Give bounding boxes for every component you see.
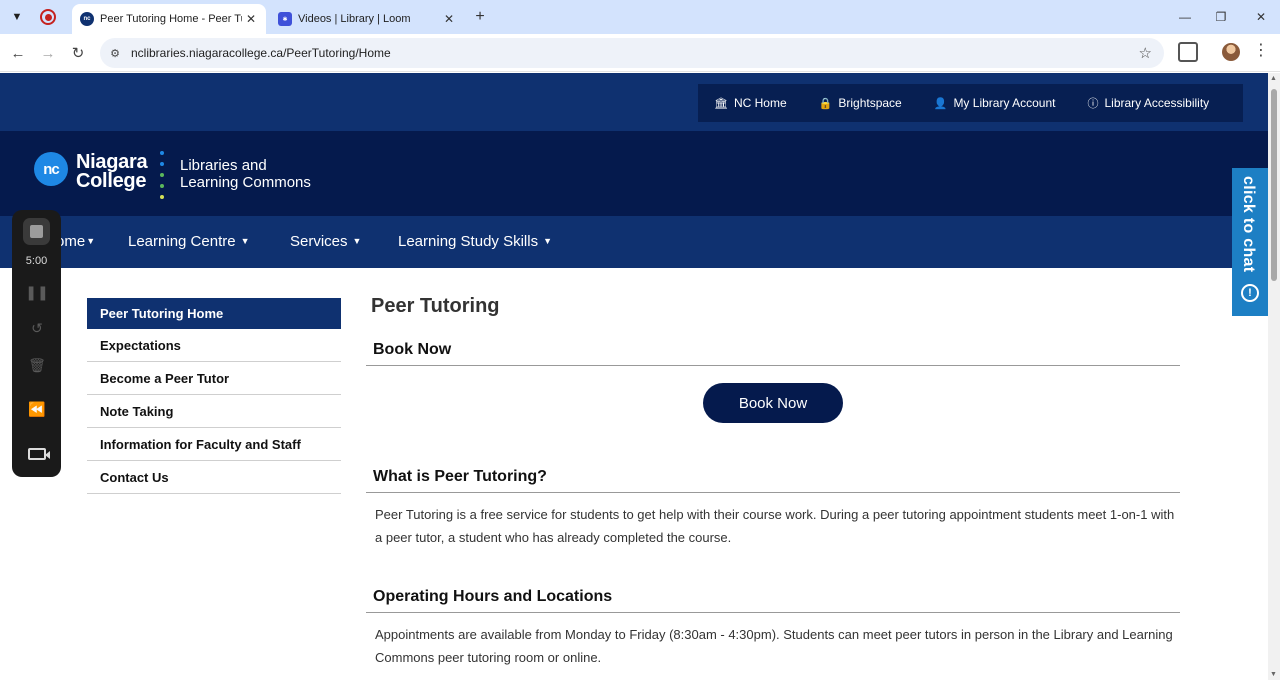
page-viewport: 🏛 NC Home 🔒 Brightspace 👤 My Library Acc… [0,73,1268,680]
user-icon: 👤 [933,97,948,110]
forward-icon[interactable]: → [37,42,59,64]
site-info-icon[interactable]: ⚙ [108,46,122,60]
bookmark-star-icon[interactable]: ☆ [1139,44,1152,62]
hours-heading: Operating Hours and Locations [366,588,1180,613]
book-now-button[interactable]: Book Now [703,383,843,423]
main-nav: ome▼ Learning Centre ▼ Services ▼ Learning… [0,216,1268,268]
what-is-heading: What is Peer Tutoring? [366,468,1180,493]
logo-line2: College [76,170,147,192]
nc-icon: nc [80,12,94,26]
menu-kebab-icon[interactable]: ⋮ [1253,40,1269,60]
nav-label: Learning Centre [128,233,236,250]
logo-wordmark[interactable]: Niagara College [76,152,148,192]
logo-dot [160,173,164,177]
subtitle-line1: Libraries and [180,157,267,174]
library-account-link[interactable]: 👤 My Library Account [918,96,1072,110]
restart-icon[interactable]: ↺ [26,318,48,338]
restore-icon[interactable]: ❐ [1208,6,1234,28]
tab-title: Peer Tutoring Home - Peer Tutoring [100,13,242,25]
building-icon: 🏛 [714,97,728,110]
stop-recording-button[interactable] [23,218,50,245]
sidebar-item-expectations[interactable]: Expectations [87,329,341,362]
page-scrollbar[interactable]: ▲ ▼ [1268,73,1280,680]
reload-icon[interactable]: ↻ [67,42,89,64]
scroll-down-icon[interactable]: ▼ [1270,671,1277,678]
caret-down-icon: ▼ [240,236,250,246]
tab-search-button[interactable]: ▼ [6,7,28,27]
pause-icon[interactable]: ❚❚ [25,282,48,302]
caret-down-icon: ▼ [543,236,552,246]
what-is-text: Peer Tutoring is a free service for stud… [375,507,1175,545]
chat-label: click to chat [1240,176,1257,273]
chat-bubble-icon: ! [1241,284,1259,302]
logo-dot [160,184,164,188]
lock-icon: 🔒 [818,97,833,110]
sidebar-nav: Peer Tutoring Home Expectations Become a… [87,298,341,494]
sidebar-item-faculty-staff[interactable]: Information for Faculty and Staff [87,428,341,461]
info-icon: ⓘ [1087,98,1099,110]
scroll-up-icon[interactable]: ▲ [1270,75,1277,82]
recording-indicator-icon [40,9,56,25]
brand-bar: nc Niagara College Libraries and Learnin… [0,131,1268,216]
nav-item-learning-study-skills[interactable]: Learning Study Skills ▼ [398,233,552,250]
caret-down-icon: ▼ [352,236,362,246]
link-label: Brightspace [838,96,902,110]
logo-dot [160,151,164,155]
nc-home-link[interactable]: 🏛 NC Home [698,96,803,110]
sidebar-item-note-taking[interactable]: Note Taking [87,395,341,428]
scroll-thumb[interactable] [1271,89,1277,281]
logo-dot [160,195,164,199]
library-accessibility-link[interactable]: ⓘ Library Accessibility [1071,95,1225,111]
sidebar-item-become-a-peer-tutor[interactable]: Become a Peer Tutor [87,362,341,395]
caret-down-icon: ▼ [86,236,96,246]
nav-item-learning-centre[interactable]: Learning Centre ▼ [128,233,250,250]
window-close-icon[interactable]: ✕ [1248,6,1274,28]
recording-timer: 5:00 [25,255,48,267]
minimize-icon[interactable]: — [1172,6,1198,28]
browser-tab-strip: ▼ nc Peer Tutoring Home - Peer Tutoring … [0,0,1280,34]
close-icon[interactable]: ✕ [242,10,260,28]
site-subtitle: Libraries and Learning Commons [180,157,311,191]
address-bar[interactable]: ⚙ nclibraries.niagaracollege.ca/PeerTuto… [100,38,1164,68]
nav-label: Services [290,233,348,250]
link-label: My Library Account [953,96,1056,110]
extensions-icon[interactable] [1178,42,1198,62]
utility-bar: 🏛 NC Home 🔒 Brightspace 👤 My Library Acc… [0,73,1268,131]
sidebar-item-contact-us[interactable]: Contact Us [87,461,341,494]
book-now-wrap: Book Now [366,383,1180,423]
nav-item-home[interactable]: ome▼ [56,233,95,250]
tab-peer-tutoring[interactable]: nc Peer Tutoring Home - Peer Tutoring ✕ [72,4,266,34]
camera-icon[interactable] [28,448,46,460]
link-label: NC Home [733,96,787,110]
back-icon[interactable]: ← [7,42,29,64]
profile-avatar[interactable] [1222,43,1240,61]
loom-recorder-panel: 5:00 ❚❚ ↺ 🗑 ⏪ [12,210,61,477]
hours-text: Appointments are available from Monday t… [375,627,1173,665]
loom-icon: ✱ [278,12,292,26]
sidebar-item-peer-tutoring-home[interactable]: Peer Tutoring Home [87,298,341,329]
book-now-heading: Book Now [366,341,1180,366]
logo-dot [160,162,164,166]
nav-label: Learning Study Skills [398,233,539,250]
url-text[interactable]: nclibraries.niagaracollege.ca/PeerTutori… [131,46,391,60]
brightspace-link[interactable]: 🔒 Brightspace [803,96,918,110]
nc-logo[interactable]: nc [34,152,68,186]
link-label: Library Accessibility [1104,96,1210,110]
utility-links: 🏛 NC Home 🔒 Brightspace 👤 My Library Acc… [698,84,1243,122]
tab-title: Videos | Library | Loom [298,13,411,25]
browser-toolbar: ← → ↻ ⚙ nclibraries.niagaracollege.ca/Pe… [0,34,1280,72]
new-tab-button[interactable]: + [470,8,490,28]
click-to-chat-tab[interactable]: click to chat ! [1232,168,1268,316]
tab-loom[interactable]: ✱ Videos | Library | Loom ✕ [270,4,464,34]
main-content: Peer Tutoring Book Now Book Now What is … [366,295,1180,669]
close-icon[interactable]: ✕ [440,10,458,28]
subtitle-line2: Learning Commons [180,174,311,191]
logo-dots [160,151,165,199]
page-title: Peer Tutoring [371,295,500,317]
trash-icon[interactable]: 🗑 [26,355,48,375]
nav-item-services[interactable]: Services ▼ [290,233,361,250]
rewind-icon[interactable]: ⏪ [26,399,48,419]
